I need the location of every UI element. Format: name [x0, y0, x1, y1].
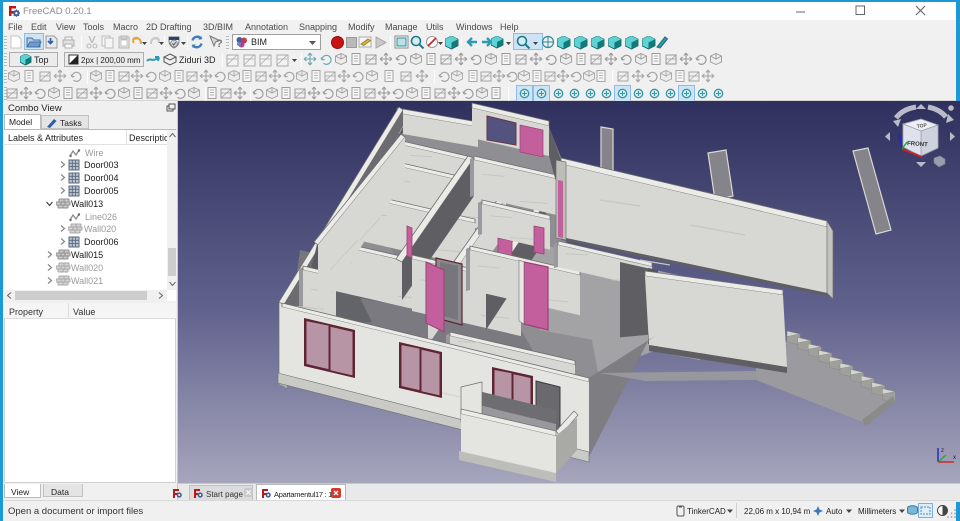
svg-text:x: x	[953, 455, 956, 461]
svg-text:z: z	[941, 448, 944, 454]
svg-text:?: ?	[216, 38, 223, 49]
